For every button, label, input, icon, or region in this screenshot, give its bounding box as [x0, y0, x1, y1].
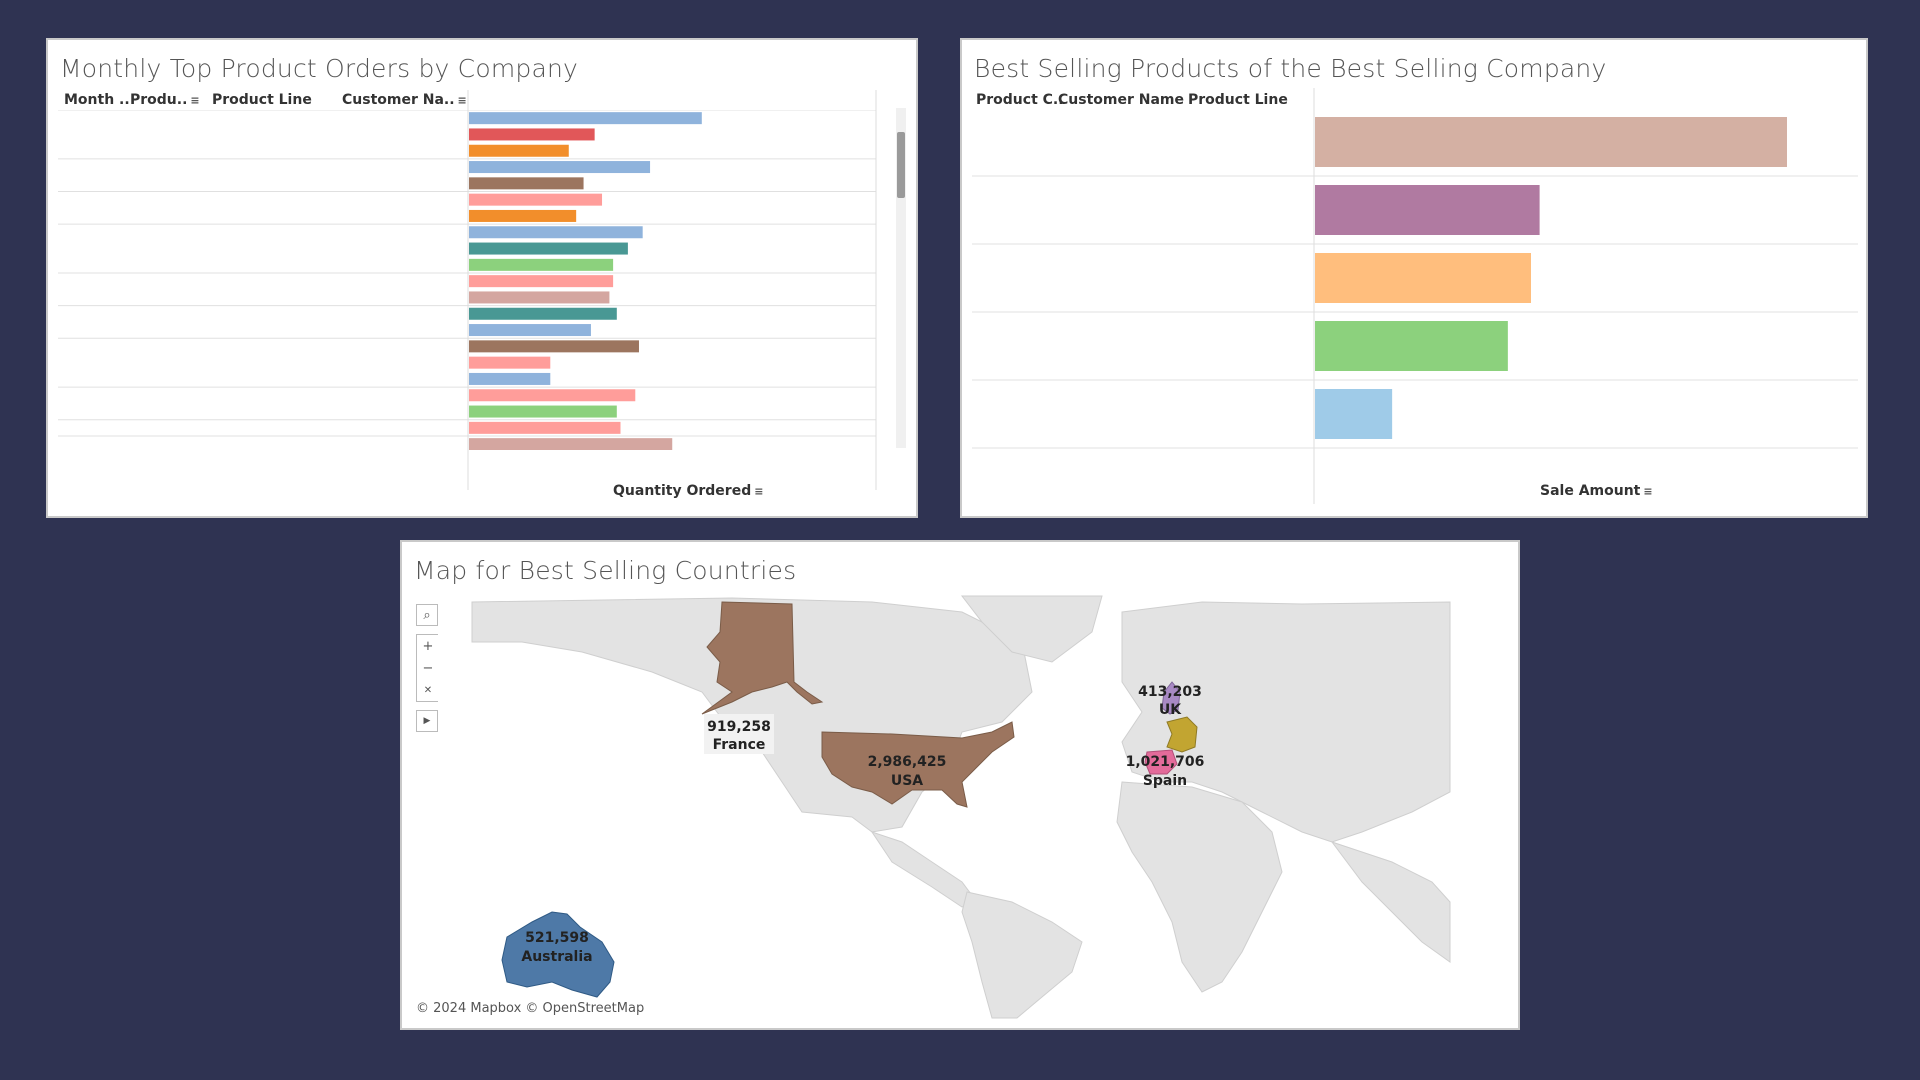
reset-map-icon[interactable]: ✕ — [417, 679, 439, 701]
country-label-france: 919,258 France — [704, 714, 774, 754]
bar[interactable] — [469, 421, 621, 434]
bar[interactable] — [469, 193, 603, 206]
bar[interactable] — [469, 307, 617, 320]
country-name: UK — [1159, 702, 1182, 718]
monthly-orders-panel: Monthly Top Product Orders by Company Mo… — [46, 38, 918, 518]
rows-area — [58, 110, 876, 450]
bar[interactable] — [1315, 321, 1508, 371]
country-name: USA — [891, 773, 923, 789]
bar[interactable] — [469, 258, 614, 271]
map-search-icon[interactable]: ⌕ — [416, 604, 438, 626]
zoom-out-icon[interactable]: − — [417, 657, 439, 679]
quantity-bar-chart — [58, 90, 906, 490]
bar[interactable] — [469, 405, 617, 418]
country-name: Spain — [1143, 773, 1187, 789]
bar[interactable] — [469, 144, 569, 157]
bar[interactable] — [469, 242, 628, 255]
map-controls: ⌕ + − ✕ ▶ — [416, 604, 439, 736]
bar[interactable] — [1315, 117, 1787, 167]
bar[interactable] — [469, 356, 551, 369]
axis-title-quantity[interactable]: Quantity Ordered ≡ — [613, 483, 763, 499]
country-value: 919,258 — [707, 719, 771, 735]
bar[interactable] — [469, 389, 636, 402]
country-france[interactable] — [1166, 716, 1198, 753]
bar[interactable] — [469, 340, 639, 353]
bar[interactable] — [469, 324, 591, 337]
map-panel: Map for Best Selling Countries 2,986,425… — [400, 540, 1520, 1030]
zoom-in-icon[interactable]: + — [417, 635, 439, 657]
bar[interactable] — [469, 438, 673, 450]
world-map[interactable]: 2,986,425 USA 919,258 France 1,021,706 S… — [402, 542, 1518, 1028]
zoom-controls: + − ✕ — [416, 634, 439, 702]
country-value: 413,203 — [1138, 684, 1202, 700]
bar[interactable] — [469, 112, 702, 125]
bar[interactable] — [469, 372, 551, 385]
country-value: 1,021,706 — [1126, 754, 1205, 770]
best-products-panel: Best Selling Products of the Best Sellin… — [960, 38, 1868, 518]
country-name: Australia — [521, 949, 592, 965]
country-value: 521,598 — [525, 930, 589, 946]
bar[interactable] — [469, 177, 584, 190]
bar[interactable] — [469, 226, 643, 239]
bar[interactable] — [469, 291, 610, 304]
bar[interactable] — [469, 161, 651, 174]
map-copyright: © 2024 Mapbox © OpenStreetMap — [416, 1001, 645, 1016]
scrollbar-thumb[interactable] — [897, 132, 905, 198]
country-value: 2,986,425 — [868, 754, 947, 770]
bar[interactable] — [469, 209, 577, 222]
sort-icon[interactable]: ≡ — [1643, 485, 1652, 498]
axis-title-sale-amount[interactable]: Sale Amount ≡ — [1540, 483, 1653, 499]
country-name: France — [713, 737, 766, 753]
bar[interactable] — [1315, 185, 1540, 235]
expand-toolbar-icon[interactable]: ▶ — [416, 710, 438, 732]
bar[interactable] — [1315, 389, 1393, 439]
bar[interactable] — [469, 275, 614, 288]
bar[interactable] — [1315, 253, 1531, 303]
sale-amount-bar-chart — [972, 88, 1858, 504]
bar[interactable] — [469, 128, 595, 141]
sort-icon[interactable]: ≡ — [754, 485, 763, 498]
